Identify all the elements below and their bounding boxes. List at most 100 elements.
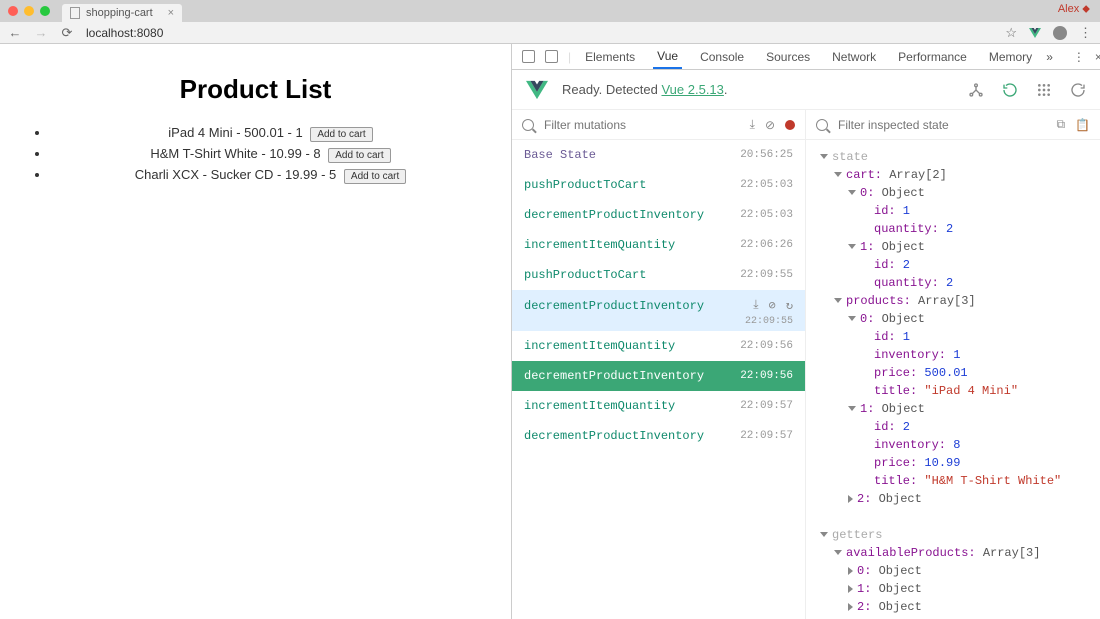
product-item: iPad 4 Mini - 500.01 - 1 Add to cart <box>50 123 491 144</box>
tree-row[interactable]: products: Array[3] <box>816 292 1090 310</box>
page-title: Product List <box>20 74 491 105</box>
tab-title: shopping-cart <box>86 7 153 19</box>
revert-icon[interactable]: ⊘ <box>769 298 776 313</box>
tree-row[interactable]: getters <box>816 526 1090 544</box>
devtools-tabs: | ElementsVueConsoleSourcesNetworkPerfor… <box>512 44 1100 70</box>
tree-row[interactable]: 0: Object <box>816 184 1090 202</box>
user-avatar-icon[interactable] <box>1053 26 1067 40</box>
vuex-icon[interactable] <box>1002 82 1018 98</box>
devtools-tab-elements[interactable]: Elements <box>581 44 639 69</box>
vue-devtools-header: Ready. Detected Vue 2.5.13. <box>512 70 1100 110</box>
mutation-item[interactable]: decrementProductInventory22:09:57 <box>512 421 805 451</box>
devtools-tab-vue[interactable]: Vue <box>653 44 682 69</box>
copy-state-icon[interactable]: ⧉ <box>1056 117 1065 132</box>
tree-row: inventory: 1 <box>816 346 1090 364</box>
mutations-filter-row: ⤓ ⊘ <box>512 110 805 140</box>
url-text[interactable]: localhost:8080 <box>86 26 163 40</box>
star-icon[interactable]: ☆ <box>1005 25 1017 41</box>
vue-logo-icon <box>526 79 548 101</box>
vue-status-text: Ready. Detected Vue 2.5.13. <box>562 82 728 97</box>
mutation-item[interactable]: pushProductToCart22:05:03 <box>512 170 805 200</box>
tree-row <box>816 508 1090 526</box>
vue-version-link[interactable]: Vue 2.5.13 <box>661 82 723 97</box>
tree-row[interactable]: state <box>816 148 1090 166</box>
export-state-icon[interactable]: 📋 <box>1075 118 1090 132</box>
devtools-tab-console[interactable]: Console <box>696 44 748 69</box>
browser-tab[interactable]: shopping-cart × <box>62 4 182 22</box>
product-list: iPad 4 Mini - 500.01 - 1 Add to cartH&M … <box>20 123 491 186</box>
tree-row: inventory: 8 <box>816 436 1090 454</box>
mutations-panel: ⤓ ⊘ Base State20:56:25pushProductToCart2… <box>512 110 806 619</box>
tree-row: id: 1 <box>816 328 1090 346</box>
tree-row[interactable]: cart: Array[2] <box>816 166 1090 184</box>
tree-row[interactable]: 0: Object <box>816 562 1090 580</box>
vue-extension-icon[interactable] <box>1029 27 1041 39</box>
menu-icon[interactable]: ⋮ <box>1079 25 1092 41</box>
components-icon[interactable] <box>968 82 984 98</box>
tree-row[interactable]: 1: Object <box>816 580 1090 598</box>
tree-row[interactable]: 0: Object <box>816 310 1090 328</box>
close-tab-icon[interactable]: × <box>168 7 174 19</box>
user-label[interactable]: Alex ⬥ <box>1058 3 1090 16</box>
tree-row: price: 10.99 <box>816 454 1090 472</box>
mutation-item[interactable]: decrementProductInventory22:05:03 <box>512 200 805 230</box>
devtools-tab-network[interactable]: Network <box>828 44 880 69</box>
refresh-icon[interactable] <box>1070 82 1086 98</box>
add-to-cart-button[interactable]: Add to cart <box>328 148 390 163</box>
search-icon <box>522 119 534 131</box>
tree-row[interactable]: 1: Object <box>816 400 1090 418</box>
product-item: H&M T-Shirt White - 10.99 - 8 Add to car… <box>50 144 491 165</box>
state-filter-input[interactable] <box>838 118 1046 132</box>
tree-row[interactable]: 1: Object <box>816 238 1090 256</box>
forward-icon[interactable]: → <box>34 25 48 40</box>
mutation-item[interactable]: incrementItemQuantity22:09:56 <box>512 331 805 361</box>
mutation-item[interactable]: incrementItemQuantity22:06:26 <box>512 230 805 260</box>
tree-row: quantity: 2 <box>816 274 1090 292</box>
product-item: Charli XCX - Sucker CD - 19.99 - 5 Add t… <box>50 165 491 186</box>
search-icon <box>816 119 828 131</box>
mutation-item[interactable]: incrementItemQuantity22:09:57 <box>512 391 805 421</box>
devtools-panel: | ElementsVueConsoleSourcesNetworkPerfor… <box>511 44 1100 619</box>
mutation-item[interactable]: Base State20:56:25 <box>512 140 805 170</box>
inspect-element-icon[interactable] <box>522 50 535 63</box>
mutation-item[interactable]: decrementProductInventory⤓⊘↻22:09:55 <box>512 290 805 331</box>
mutations-list: Base State20:56:25pushProductToCart22:05… <box>512 140 805 619</box>
more-tabs-icon[interactable]: » <box>1046 50 1053 64</box>
reload-icon[interactable]: ⟳ <box>60 25 74 41</box>
devtools-tab-memory[interactable]: Memory <box>985 44 1036 69</box>
page-icon <box>70 7 80 19</box>
state-panel: ⧉ 📋 statecart: Array[2]0: Objectid: 1qua… <box>806 110 1100 619</box>
time-travel-icon[interactable]: ↻ <box>786 298 793 313</box>
maximize-window-icon[interactable] <box>40 6 50 16</box>
commit-icon[interactable]: ⤓ <box>753 298 758 313</box>
minimize-window-icon[interactable] <box>24 6 34 16</box>
mutation-item[interactable]: pushProductToCart22:09:55 <box>512 260 805 290</box>
tree-row: title: "H&M T-Shirt White" <box>816 472 1090 490</box>
page-content: Product List iPad 4 Mini - 500.01 - 1 Ad… <box>0 44 511 619</box>
window-controls <box>0 0 58 22</box>
revert-all-icon[interactable]: ⊘ <box>765 118 775 132</box>
mutation-item[interactable]: decrementProductInventory22:09:56 <box>512 361 805 391</box>
devtools-tab-sources[interactable]: Sources <box>762 44 814 69</box>
devtools-tab-performance[interactable]: Performance <box>894 44 971 69</box>
tree-row[interactable]: 2: Object <box>816 598 1090 616</box>
events-icon[interactable] <box>1036 82 1052 98</box>
tree-row: quantity: 2 <box>816 220 1090 238</box>
devtools-close-icon[interactable]: × <box>1095 50 1100 64</box>
close-window-icon[interactable] <box>8 6 18 16</box>
back-icon[interactable]: ← <box>8 25 22 40</box>
address-bar: ← → ⟳ localhost:8080 ☆ ⋮ <box>0 22 1100 44</box>
add-to-cart-button[interactable]: Add to cart <box>310 127 372 142</box>
tree-row[interactable]: 2: Object <box>816 490 1090 508</box>
device-toggle-icon[interactable] <box>545 50 558 63</box>
browser-tab-bar: shopping-cart × Alex ⬥ <box>0 0 1100 22</box>
state-filter-row: ⧉ 📋 <box>806 110 1100 140</box>
commit-all-icon[interactable]: ⤓ <box>750 117 755 132</box>
state-tree: statecart: Array[2]0: Objectid: 1quantit… <box>806 140 1100 619</box>
mutations-filter-input[interactable] <box>544 118 740 132</box>
devtools-menu-icon[interactable]: ⋮ <box>1073 50 1085 64</box>
tree-row[interactable]: availableProducts: Array[3] <box>816 544 1090 562</box>
tree-row: id: 2 <box>816 256 1090 274</box>
add-to-cart-button[interactable]: Add to cart <box>344 169 406 184</box>
recording-icon[interactable] <box>785 120 795 130</box>
